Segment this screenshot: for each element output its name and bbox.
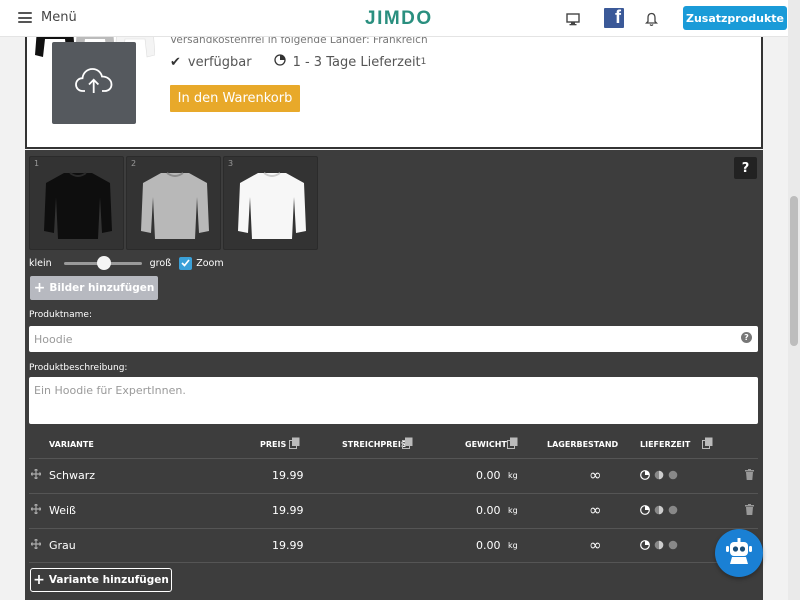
menu-label: Menü xyxy=(41,10,77,25)
drag-handle-icon[interactable] xyxy=(30,468,42,482)
variant-row: Grau 19.99 0.00 kg ∞ xyxy=(29,528,758,563)
col-delivery: LIEFERZEIT xyxy=(640,440,691,449)
zoom-label: Zoom xyxy=(196,257,224,269)
trash-icon[interactable] xyxy=(745,469,754,483)
drag-handle-icon[interactable] xyxy=(30,538,42,552)
variant-stock[interactable]: ∞ xyxy=(589,501,602,519)
image-number: 3 xyxy=(228,159,234,168)
size-small-label: klein xyxy=(29,257,52,269)
slider-knob[interactable] xyxy=(96,256,111,270)
product-name-label: Produktname: xyxy=(29,310,92,320)
delivery-footnote: 1 xyxy=(420,57,427,67)
top-bar: Menü JIMDO f Zusatzprodukte xyxy=(0,0,788,37)
jimdo-logo[interactable]: JIMDO xyxy=(365,8,433,30)
variant-weight[interactable]: 0.00 xyxy=(476,504,501,517)
image-number: 2 xyxy=(131,159,137,168)
weight-unit: kg xyxy=(508,506,518,515)
product-name-input[interactable]: Hoodie ? xyxy=(29,326,758,352)
variant-weight[interactable]: 0.00 xyxy=(476,469,501,482)
variant-price[interactable]: 19.99 xyxy=(272,469,304,482)
bell-icon[interactable] xyxy=(640,8,662,30)
variant-stock[interactable]: ∞ xyxy=(589,466,602,484)
cloud-upload-icon xyxy=(75,67,113,99)
zoom-checkbox[interactable] xyxy=(179,256,193,270)
check-icon: ✔ xyxy=(170,54,181,70)
addons-button[interactable]: Zusatzprodukte xyxy=(683,6,787,30)
product-image-thumb-3[interactable]: 3 xyxy=(223,156,318,250)
image-number: 1 xyxy=(34,159,40,168)
col-strike-price: STREICHPREIS xyxy=(342,440,407,449)
product-image-thumb-1[interactable]: 1 xyxy=(29,156,124,250)
variant-weight[interactable]: 0.00 xyxy=(476,539,501,552)
desktop-icon[interactable] xyxy=(562,8,584,30)
thumbnail-size-slider[interactable] xyxy=(63,255,142,271)
facebook-icon[interactable]: f xyxy=(604,7,624,28)
weight-unit: kg xyxy=(508,471,518,480)
col-variant: VARIANTE xyxy=(49,440,94,449)
variant-stock[interactable]: ∞ xyxy=(589,536,602,554)
clock-icon xyxy=(273,54,286,70)
copy-icon[interactable] xyxy=(702,437,713,449)
add-variant-button[interactable]: + Variante hinzufügen xyxy=(30,568,172,592)
copy-icon[interactable] xyxy=(402,437,413,449)
variant-row: Schwarz 19.99 0.00 kg ∞ xyxy=(29,458,758,493)
add-to-cart-button[interactable]: In den Warenkorb xyxy=(170,85,300,112)
thumbnail-size-control: klein groß Zoom xyxy=(29,255,224,271)
trash-icon[interactable] xyxy=(745,504,754,518)
variant-name[interactable]: Grau xyxy=(49,539,76,552)
delivery-time-selector[interactable] xyxy=(640,540,680,550)
col-weight: GEWICHT xyxy=(465,440,507,449)
scrollbar-thumb[interactable] xyxy=(790,196,798,346)
shipping-info: Versandkostenfrei in folgende Länder: Fr… xyxy=(170,37,428,46)
variant-row: Weiß 19.99 0.00 kg ∞ xyxy=(29,493,758,528)
availability-label: verfügbar xyxy=(187,54,252,70)
checkmark-icon xyxy=(181,259,190,267)
delivery-time-label: 1 - 3 Tage Lieferzeit xyxy=(292,54,421,70)
question-icon[interactable]: ? xyxy=(741,332,752,343)
plus-icon: + xyxy=(33,572,45,588)
add-images-button[interactable]: + Bilder hinzufügen xyxy=(30,276,158,300)
page-scrollbar[interactable] xyxy=(788,0,800,600)
drag-handle-icon[interactable] xyxy=(30,503,42,517)
variant-table-header: VARIANTE PREIS STREICHPREIS GEWICHT LAGE… xyxy=(25,434,763,458)
weight-unit: kg xyxy=(508,541,518,550)
product-image-thumb-2[interactable]: 2 xyxy=(126,156,221,250)
copy-icon[interactable] xyxy=(507,437,518,449)
chatbot-button[interactable] xyxy=(715,529,763,577)
menu-button[interactable]: Menü xyxy=(18,10,77,25)
help-button[interactable]: ? xyxy=(734,157,757,179)
hamburger-icon xyxy=(18,12,32,23)
image-upload-box[interactable] xyxy=(52,42,136,124)
col-stock: LAGERBESTAND xyxy=(547,440,619,449)
variant-name[interactable]: Schwarz xyxy=(49,469,95,482)
robot-icon xyxy=(723,535,755,571)
sweater-black-image xyxy=(44,172,112,239)
product-preview: Versandkostenfrei in folgende Länder: Fr… xyxy=(25,37,763,149)
copy-icon[interactable] xyxy=(289,437,300,449)
product-description-label: Produktbeschreibung: xyxy=(29,363,128,373)
variant-price[interactable]: 19.99 xyxy=(272,539,304,552)
sweater-grey-image xyxy=(141,172,209,239)
variant-price[interactable]: 19.99 xyxy=(272,504,304,517)
col-price: PREIS xyxy=(260,440,287,449)
variant-name[interactable]: Weiß xyxy=(49,504,76,517)
size-large-label: groß xyxy=(149,257,172,269)
plus-icon: + xyxy=(33,280,46,296)
availability-row: ✔ verfügbar 1 - 3 Tage Lieferzeit 1 xyxy=(170,54,426,70)
delivery-time-selector[interactable] xyxy=(640,470,680,480)
product-description-input[interactable]: Ein Hoodie für ExpertInnen. xyxy=(29,377,758,424)
delivery-time-selector[interactable] xyxy=(640,505,680,515)
product-editor-panel: 1 2 3 ? klein groß Zoom + Bilder hinzufü… xyxy=(25,150,763,600)
sweater-white-image xyxy=(238,172,306,239)
